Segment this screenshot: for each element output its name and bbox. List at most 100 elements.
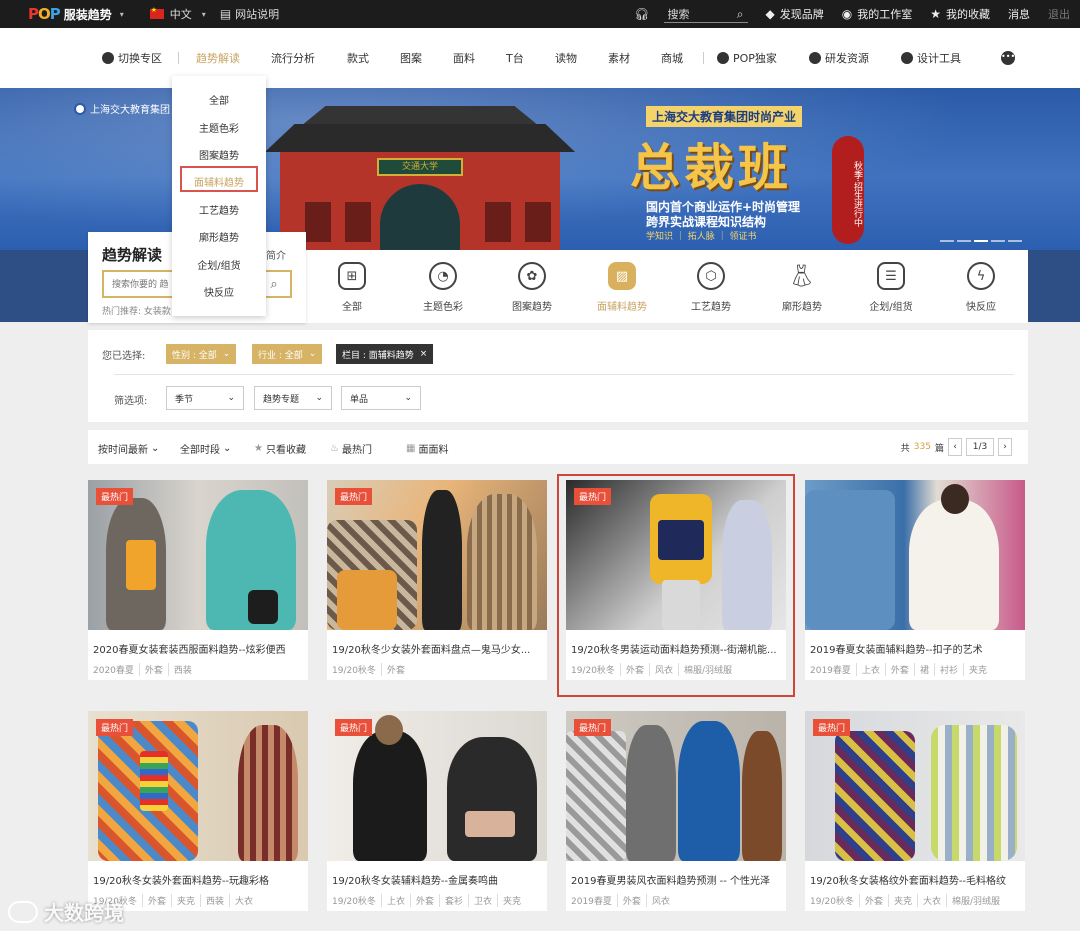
card-tag[interactable]: 2020春夏 xyxy=(93,663,139,676)
card-title[interactable]: 2019春夏男装风衣面料趋势预测 -- 个性光泽 xyxy=(571,872,783,887)
nav-pop-exclusive[interactable]: POP独家 xyxy=(717,50,777,66)
more-icon[interactable]: ••• xyxy=(1001,51,1015,65)
card-tag[interactable]: 外套 xyxy=(884,663,914,676)
card-image[interactable] xyxy=(805,480,1025,630)
close-icon[interactable]: × xyxy=(420,349,428,359)
card-title[interactable]: 19/20秋冬女装外套面料趋势--玩趣彩格 xyxy=(93,872,305,887)
item-select[interactable]: 单品 ⌄ xyxy=(341,386,421,410)
nav-trend-analysis[interactable]: 流行分析 xyxy=(271,50,315,66)
nav-mall[interactable]: 商城 xyxy=(661,50,683,66)
card-tag[interactable]: 外套 xyxy=(141,894,171,907)
site-guide-link[interactable]: ▤ 网站说明 xyxy=(220,6,279,22)
article-card[interactable]: 最热门 19/20秋冬女装辅料趋势--金属奏鸣曲 19/20秋冬 上衣 外套 套… xyxy=(327,711,547,911)
sort-latest[interactable]: 按时间最新 ⌄ xyxy=(98,441,159,456)
card-tag[interactable]: 外套 xyxy=(138,663,168,676)
card-tag[interactable]: 西装 xyxy=(167,663,197,676)
category-silhouette[interactable]: 👗︎ 廓形趋势 xyxy=(762,262,842,314)
logout-link[interactable]: 退出 xyxy=(1048,6,1070,22)
article-card[interactable]: 最热门 2019春夏男装风衣面料趋势预测 -- 个性光泽 2019春夏 外套 风… xyxy=(566,711,786,911)
category-planning[interactable]: ☰ 企划/组货 xyxy=(851,262,931,313)
discover-brand-link[interactable]: ◆ 发现品牌 xyxy=(766,6,824,22)
article-card[interactable]: 最热门 19/20秋冬少女装外套面料盘点—鬼马少女... 19/20秋冬 外套 xyxy=(327,480,547,680)
category-craft[interactable]: ⬡ 工艺趋势 xyxy=(671,262,751,313)
nav-switch-zone[interactable]: 切换专区 xyxy=(102,50,162,66)
card-title[interactable]: 19/20秋冬少女装外套面料盘点—鬼马少女... xyxy=(332,641,544,656)
card-tag[interactable]: 夹克 xyxy=(170,894,200,907)
card-tag[interactable]: 大衣 xyxy=(228,894,258,907)
language-selector[interactable]: 中文 ▾ xyxy=(149,6,206,22)
card-tag[interactable]: 夹克 xyxy=(962,663,992,676)
category-quick-response[interactable]: ϟ 快反应 xyxy=(941,262,1021,313)
carousel-dots[interactable] xyxy=(940,240,1022,242)
nav-patterns[interactable]: 图案 xyxy=(400,50,422,66)
card-tag[interactable]: 卫衣 xyxy=(467,894,497,907)
card-tag[interactable]: 上衣 xyxy=(855,663,885,676)
trend-intro-link[interactable]: 简介 xyxy=(266,247,286,262)
carousel-dot[interactable] xyxy=(940,240,954,242)
carousel-dot[interactable] xyxy=(957,240,971,242)
card-tag[interactable]: 2019春夏 xyxy=(810,663,856,676)
card-tag[interactable]: 套衫 xyxy=(438,894,468,907)
card-title[interactable]: 2019春夏女装面辅料趋势--扣子的艺术 xyxy=(810,641,1022,656)
sort-fav-only[interactable]: ★ 只看收藏 xyxy=(254,441,306,456)
nav-design-tools[interactable]: 设计工具 xyxy=(901,50,961,66)
nav-rd-resources[interactable]: 研发资源 xyxy=(809,50,869,66)
card-title[interactable]: 19/20秋冬女装辅料趋势--金属奏鸣曲 xyxy=(332,872,544,887)
dropdown-item-craft[interactable]: 工艺趋势 xyxy=(172,202,266,217)
card-tag[interactable]: 外套 xyxy=(380,663,410,676)
sort-fabric[interactable]: ▦ 面面料 xyxy=(406,441,448,456)
category-all[interactable]: ⊞ 全部 xyxy=(312,262,392,313)
article-card[interactable]: 最热门 19/20秋冬女装外套面料趋势--玩趣彩格 19/20秋冬 外套 夹克 … xyxy=(88,711,308,911)
sort-hottest[interactable]: ♨ 最热门 xyxy=(330,441,372,456)
headset-icon[interactable]: 🎧︎ xyxy=(634,8,649,20)
carousel-dot-active[interactable] xyxy=(974,240,988,242)
card-title[interactable]: 19/20秋冬女装格纹外套面料趋势--毛料格纹 xyxy=(810,872,1022,887)
category-pattern[interactable]: ✿ 图案趋势 xyxy=(492,262,572,313)
dropdown-item-theme-color[interactable]: 主题色彩 xyxy=(172,120,266,135)
next-page-button[interactable]: › xyxy=(998,438,1012,456)
card-tag[interactable]: 衬衫 xyxy=(933,663,963,676)
card-tag[interactable]: 西装 xyxy=(199,894,229,907)
topic-select[interactable]: 趋势专题 ⌄ xyxy=(254,386,332,410)
carousel-dot[interactable] xyxy=(991,240,1005,242)
prev-page-button[interactable]: ‹ xyxy=(948,438,962,456)
card-tag[interactable]: 19/20秋冬 xyxy=(332,663,381,676)
workspace-link[interactable]: ◉ 我的工作室 xyxy=(842,6,912,22)
nav-styles[interactable]: 款式 xyxy=(347,50,369,66)
dropdown-item-planning[interactable]: 企划/组货 xyxy=(172,257,266,272)
trend-hot-recommend[interactable]: 热门推荐: 女装款 xyxy=(102,304,171,317)
card-tag[interactable]: 风衣 xyxy=(645,894,675,907)
card-tag[interactable]: 外套 xyxy=(858,894,888,907)
search-icon[interactable]: ⌕ xyxy=(737,8,744,20)
card-tag[interactable]: 棉服/羽绒服 xyxy=(945,894,1005,907)
dropdown-item-silhouette[interactable]: 廓形趋势 xyxy=(172,229,266,244)
card-tag[interactable]: 外套 xyxy=(616,894,646,907)
filter-chip-column[interactable]: 栏目 : 面辅料趋势 × xyxy=(336,344,434,364)
card-tag[interactable]: 夹克 xyxy=(887,894,917,907)
site-logo[interactable]: POP 服装趋势 ▾ xyxy=(28,5,124,23)
dropdown-item-all[interactable]: 全部 xyxy=(172,92,266,107)
card-tag[interactable]: 裙 xyxy=(913,663,934,676)
nav-runway[interactable]: T台 xyxy=(506,50,524,66)
promo-banner[interactable]: 上海交大教育集团 交通大学 xyxy=(0,88,1080,250)
filter-chip-industry[interactable]: 行业 : 全部 ⌄ xyxy=(252,344,323,364)
article-card[interactable]: 2019春夏女装面辅料趋势--扣子的艺术 2019春夏 上衣 外套 裙 衬衫 夹… xyxy=(805,480,1025,680)
filter-chip-gender[interactable]: 性别 : 全部 ⌄ xyxy=(166,344,237,364)
card-tag[interactable]: 上衣 xyxy=(380,894,410,907)
nav-trend-interpretation[interactable]: 趋势解读 xyxy=(196,50,240,66)
nav-fabrics[interactable]: 面料 xyxy=(453,50,475,66)
card-tag[interactable]: 夹克 xyxy=(497,894,526,907)
sort-period[interactable]: 全部时段 ⌄ xyxy=(180,441,231,456)
dropdown-item-quick-response[interactable]: 快反应 xyxy=(172,284,266,299)
dropdown-item-pattern[interactable]: 图案趋势 xyxy=(172,147,266,162)
card-tag[interactable]: 19/20秋冬 xyxy=(810,894,859,907)
carousel-dot[interactable] xyxy=(1008,240,1022,242)
card-tag[interactable]: 外套 xyxy=(409,894,439,907)
category-theme-color[interactable]: ◔ 主题色彩 xyxy=(403,262,483,313)
card-tag[interactable]: 2019春夏 xyxy=(571,894,617,907)
messages-link[interactable]: 消息 xyxy=(1008,6,1030,22)
article-card[interactable]: 最热门 19/20秋冬女装格纹外套面料趋势--毛料格纹 19/20秋冬 外套 夹… xyxy=(805,711,1025,911)
top-search[interactable]: 搜索 ⌕ xyxy=(663,5,748,23)
card-tag[interactable]: 19/20秋冬 xyxy=(332,894,381,907)
card-tag[interactable]: 大衣 xyxy=(916,894,946,907)
